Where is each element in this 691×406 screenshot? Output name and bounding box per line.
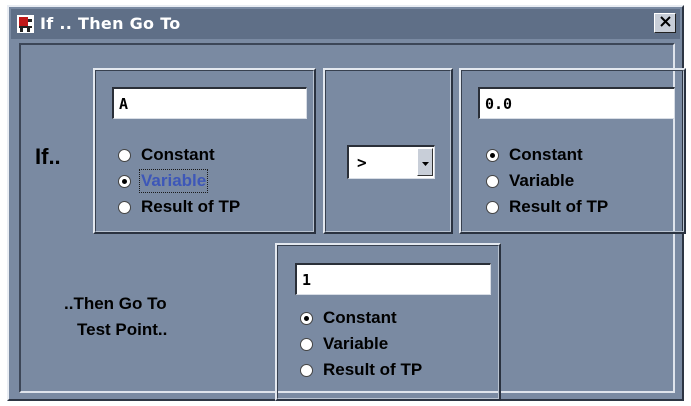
target-test-point-input[interactable]: 1 — [295, 263, 491, 295]
radio-button[interactable] — [300, 337, 313, 351]
radio-label-constant: Constant — [509, 145, 583, 164]
radio-button[interactable] — [486, 200, 499, 214]
test-point-label: Test Point.. — [77, 320, 168, 339]
window-title: If .. Then Go To — [40, 14, 181, 33]
if-label: If.. — [35, 144, 61, 169]
radio-label-variable: Variable — [323, 334, 389, 353]
operator-dropdown-button[interactable] — [417, 148, 433, 176]
right-radio-constant[interactable]: Constant — [486, 143, 583, 167]
radio-button[interactable] — [486, 174, 499, 188]
title-bar[interactable]: If .. Then Go To — [11, 9, 680, 39]
radio-label-variable: Variable — [138, 169, 209, 193]
radio-button[interactable] — [118, 148, 131, 162]
radio-label-result-of-tp: Result of TP — [509, 197, 609, 216]
left-radio-constant[interactable]: Constant — [118, 143, 215, 167]
radio-label-variable: Variable — [509, 171, 575, 190]
close-button[interactable] — [654, 13, 676, 33]
radio-button[interactable] — [118, 200, 131, 214]
left-operand-input[interactable]: A — [112, 87, 307, 119]
left-radio-variable[interactable]: Variable — [118, 169, 209, 193]
radio-button-selected[interactable] — [486, 148, 499, 162]
if-then-goto-dialog: If .. Then Go To If.. A Constant Variabl… — [7, 5, 686, 401]
chevron-down-icon — [421, 153, 429, 171]
operator-value: > — [357, 153, 367, 172]
radio-label-result-of-tp: Result of TP — [141, 197, 241, 216]
target-radio-result-of-tp[interactable]: Result of TP — [300, 358, 422, 382]
radio-button-selected[interactable] — [118, 174, 131, 188]
right-radio-result-of-tp[interactable]: Result of TP — [486, 195, 608, 219]
app-icon — [17, 15, 34, 33]
right-radio-variable[interactable]: Variable — [486, 169, 574, 193]
right-operand-input[interactable]: 0.0 — [478, 87, 675, 119]
radio-label-result-of-tp: Result of TP — [323, 360, 423, 379]
radio-button[interactable] — [300, 363, 313, 377]
target-radio-constant[interactable]: Constant — [300, 306, 397, 330]
then-goto-label: ..Then Go To — [64, 294, 167, 313]
left-radio-result-of-tp[interactable]: Result of TP — [118, 195, 240, 219]
target-radio-variable[interactable]: Variable — [300, 332, 388, 356]
radio-label-constant: Constant — [323, 308, 397, 327]
radio-label-constant: Constant — [141, 145, 215, 164]
close-icon — [659, 14, 671, 32]
radio-button-selected[interactable] — [300, 311, 313, 325]
operator-select[interactable]: > — [347, 145, 435, 179]
